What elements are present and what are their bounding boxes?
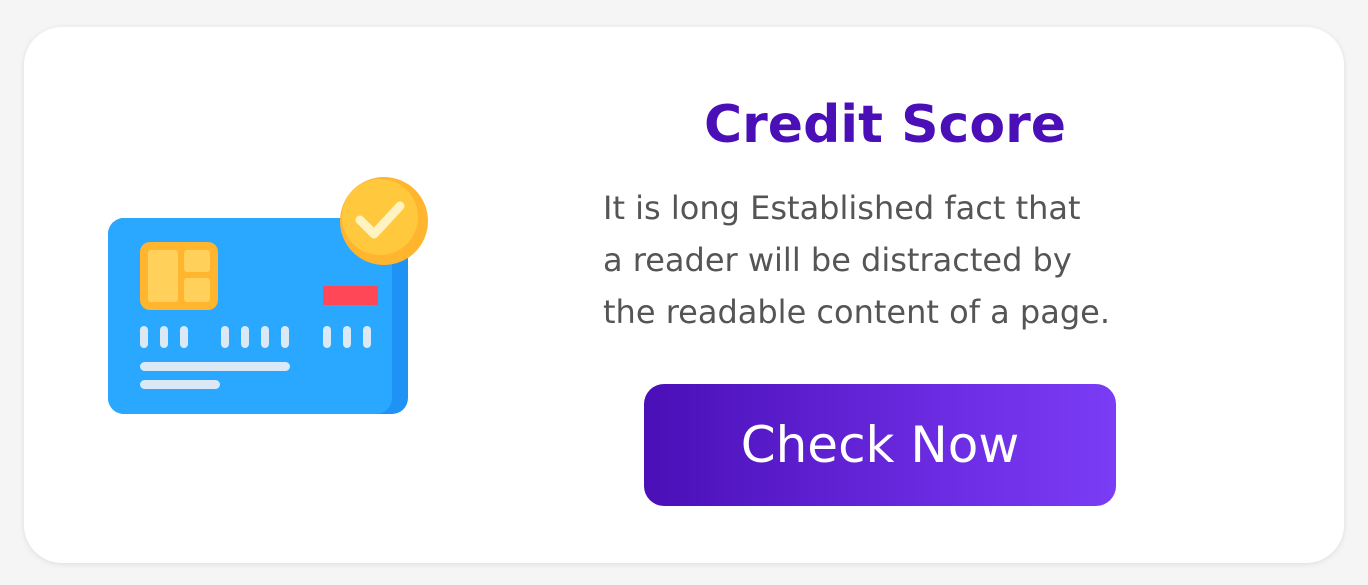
description-line: It is long Established fact that	[603, 189, 1081, 227]
description-line: a reader will be distracted by	[603, 241, 1072, 279]
checkmark-icon	[340, 177, 428, 265]
credit-card-icon	[108, 177, 428, 414]
description-line: the readable content of a page.	[603, 293, 1110, 331]
card-title: Credit Score	[704, 95, 1066, 155]
check-now-button[interactable]: Check Now	[644, 384, 1116, 506]
credit-card-illustration	[108, 176, 430, 416]
card-description: It is long Established fact that a reade…	[603, 182, 1203, 338]
